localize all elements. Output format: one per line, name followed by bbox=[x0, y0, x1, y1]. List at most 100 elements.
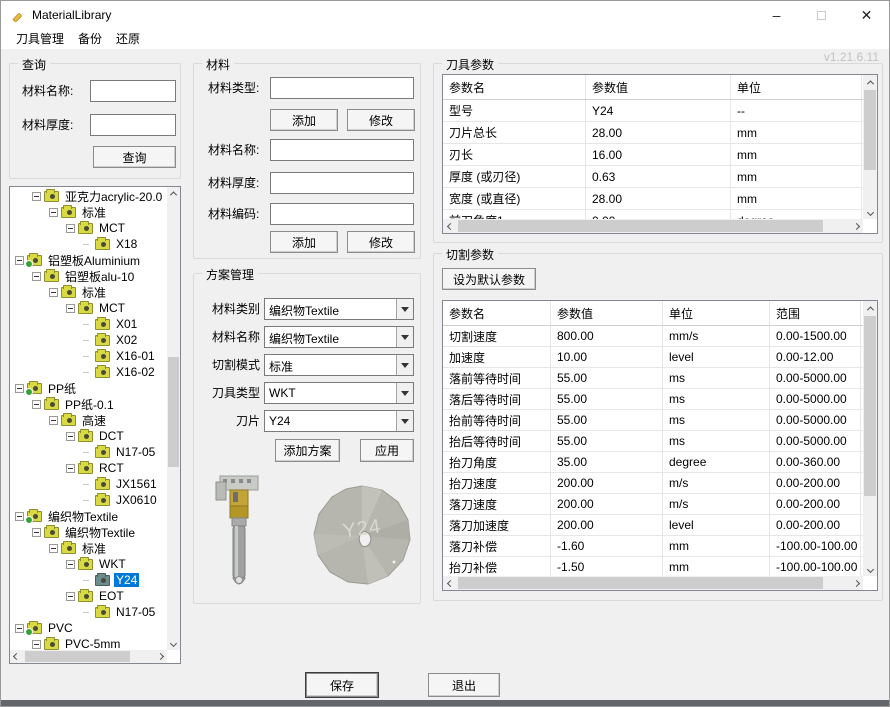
vscroll-thumb[interactable] bbox=[864, 90, 876, 170]
tree-item[interactable]: PVC bbox=[10, 620, 167, 636]
tree-item[interactable]: MCT bbox=[10, 300, 167, 316]
collapse-icon[interactable] bbox=[49, 208, 58, 217]
tree-scroll-right-button[interactable] bbox=[154, 650, 167, 663]
table-row[interactable]: 切割速度800.00mm/s0.00-1500.00 bbox=[443, 326, 863, 347]
collapse-icon[interactable] bbox=[32, 640, 41, 649]
tree-item[interactable]: X18 bbox=[10, 236, 167, 252]
scroll-up-button[interactable] bbox=[863, 75, 877, 89]
query-name-input[interactable] bbox=[90, 80, 176, 102]
material-code-input[interactable] bbox=[270, 203, 414, 225]
maximize-button[interactable] bbox=[799, 1, 844, 29]
collapse-icon[interactable] bbox=[66, 304, 75, 313]
collapse-icon[interactable] bbox=[32, 192, 41, 201]
tree-scroll-up-button[interactable] bbox=[167, 187, 180, 200]
scheme-cut-mode-select[interactable]: 标准 bbox=[264, 354, 414, 376]
hscroll-thumb[interactable] bbox=[458, 220, 823, 232]
tree-item[interactable]: 编织物Textile bbox=[10, 508, 167, 524]
minimize-button[interactable]: – bbox=[754, 1, 799, 29]
tree-item[interactable]: N17-05 bbox=[10, 604, 167, 620]
table-row[interactable]: 抬前等待时间55.00ms0.00-5000.00 bbox=[443, 410, 863, 431]
scheme-add-button[interactable]: 添加方案 bbox=[275, 439, 340, 462]
chevron-down-icon[interactable] bbox=[396, 355, 413, 375]
material-add-button[interactable]: 添加 bbox=[270, 231, 338, 253]
tool-params-table[interactable]: 参数名参数值单位型号Y24--刀片总长28.00mm刃长16.00mm厚度 (或… bbox=[442, 74, 878, 234]
table-row[interactable]: 抬刀速度200.00m/s0.00-200.00 bbox=[443, 473, 863, 494]
collapse-icon[interactable] bbox=[15, 624, 24, 633]
table-row[interactable]: 落刀补偿-1.60mm-100.00-100.00 bbox=[443, 536, 863, 557]
table-row[interactable]: 抬刀补偿-1.50mm-100.00-100.00 bbox=[443, 557, 863, 576]
collapse-icon[interactable] bbox=[49, 416, 58, 425]
scheme-apply-button[interactable]: 应用 bbox=[360, 439, 414, 462]
tree-item[interactable]: 铝塑板alu-10 bbox=[10, 268, 167, 284]
collapse-icon[interactable] bbox=[15, 384, 24, 393]
tree-item[interactable]: PP纸-0.1 bbox=[10, 396, 167, 412]
exit-button[interactable]: 退出 bbox=[428, 673, 500, 697]
chevron-down-icon[interactable] bbox=[396, 411, 413, 431]
table-row[interactable]: 落刀速度200.00m/s0.00-200.00 bbox=[443, 494, 863, 515]
collapse-icon[interactable] bbox=[32, 528, 41, 537]
tree-item[interactable]: Y24 bbox=[10, 572, 167, 588]
table-row[interactable]: 落前等待时间55.00ms0.00-5000.00 bbox=[443, 368, 863, 389]
material-thickness-input[interactable] bbox=[270, 172, 414, 194]
tree-item[interactable]: 标准 bbox=[10, 540, 167, 556]
tree-item[interactable]: WKT bbox=[10, 556, 167, 572]
collapse-icon[interactable] bbox=[15, 512, 24, 521]
table-row[interactable]: 型号Y24-- bbox=[443, 100, 863, 122]
tree-item[interactable]: EOT bbox=[10, 588, 167, 604]
cut-params-hscroll[interactable] bbox=[443, 576, 863, 590]
scheme-tool-type-select[interactable]: WKT bbox=[264, 382, 414, 404]
collapse-icon[interactable] bbox=[15, 256, 24, 265]
tree-item[interactable]: X16-02 bbox=[10, 364, 167, 380]
material-type-add-button[interactable]: 添加 bbox=[270, 109, 338, 131]
tree-item[interactable]: MCT bbox=[10, 220, 167, 236]
collapse-icon[interactable] bbox=[49, 544, 58, 553]
query-thickness-input[interactable] bbox=[90, 114, 176, 136]
scroll-left-button[interactable] bbox=[443, 219, 457, 233]
collapse-icon[interactable] bbox=[32, 272, 41, 281]
scheme-name-select[interactable]: 编织物Textile bbox=[264, 326, 414, 348]
scroll-down-button[interactable] bbox=[863, 205, 877, 219]
tree-item[interactable]: 亚克力acrylic-20.0 bbox=[10, 188, 167, 204]
tree-item[interactable]: PVC-5mm bbox=[10, 636, 167, 650]
tree-item[interactable]: 高速 bbox=[10, 412, 167, 428]
table-row[interactable]: 前刀角度10.00degree bbox=[443, 210, 863, 219]
tree-scroll-down-button[interactable] bbox=[167, 637, 180, 650]
table-row[interactable]: 厚度 (或刃径)0.63mm bbox=[443, 166, 863, 188]
tree-item[interactable]: 铝塑板Aluminium bbox=[10, 252, 167, 268]
table-row[interactable]: 落刀加速度200.00level0.00-200.00 bbox=[443, 515, 863, 536]
tree-item[interactable]: DCT bbox=[10, 428, 167, 444]
tree-item[interactable]: JX1561 bbox=[10, 476, 167, 492]
material-modify-button[interactable]: 修改 bbox=[347, 231, 415, 253]
tree-item[interactable]: N17-05 bbox=[10, 444, 167, 460]
cut-params-vscroll[interactable] bbox=[863, 301, 877, 576]
chevron-down-icon[interactable] bbox=[396, 299, 413, 319]
material-type-input[interactable] bbox=[270, 77, 414, 99]
table-row[interactable]: 刃长16.00mm bbox=[443, 144, 863, 166]
tree-item[interactable]: 标准 bbox=[10, 204, 167, 220]
tree-vertical-scrollbar[interactable] bbox=[167, 187, 180, 650]
scroll-up-button[interactable] bbox=[863, 301, 877, 315]
tree-vscroll-thumb[interactable] bbox=[168, 357, 179, 467]
table-row[interactable]: 加速度10.00level0.00-12.00 bbox=[443, 347, 863, 368]
tree-item[interactable]: PP纸 bbox=[10, 380, 167, 396]
scroll-left-button[interactable] bbox=[443, 576, 457, 590]
scroll-right-button[interactable] bbox=[849, 219, 863, 233]
query-search-button[interactable]: 查询 bbox=[93, 146, 176, 168]
tree-hscroll-thumb[interactable] bbox=[25, 651, 130, 662]
chevron-down-icon[interactable] bbox=[396, 383, 413, 403]
scheme-blade-select[interactable]: Y24 bbox=[264, 410, 414, 432]
collapse-icon[interactable] bbox=[66, 224, 75, 233]
table-row[interactable]: 抬后等待时间55.00ms0.00-5000.00 bbox=[443, 431, 863, 452]
collapse-icon[interactable] bbox=[66, 464, 75, 473]
tree-item[interactable]: JX0610 bbox=[10, 492, 167, 508]
tree-item[interactable]: RCT bbox=[10, 460, 167, 476]
close-button[interactable]: ✕ bbox=[844, 1, 889, 29]
material-tree[interactable]: 亚克力acrylic-20.0标准MCTX18铝塑板Aluminium铝塑板al… bbox=[9, 186, 181, 664]
save-button[interactable]: 保存 bbox=[306, 673, 378, 697]
table-row[interactable]: 宽度 (或直径)28.00mm bbox=[443, 188, 863, 210]
menu-tool-management[interactable]: 刀具管理 bbox=[9, 29, 71, 49]
table-row[interactable]: 落后等待时间55.00ms0.00-5000.00 bbox=[443, 389, 863, 410]
tree-horizontal-scrollbar[interactable] bbox=[10, 650, 167, 663]
set-default-params-button[interactable]: 设为默认参数 bbox=[442, 268, 536, 290]
menu-backup[interactable]: 备份 bbox=[71, 29, 109, 49]
